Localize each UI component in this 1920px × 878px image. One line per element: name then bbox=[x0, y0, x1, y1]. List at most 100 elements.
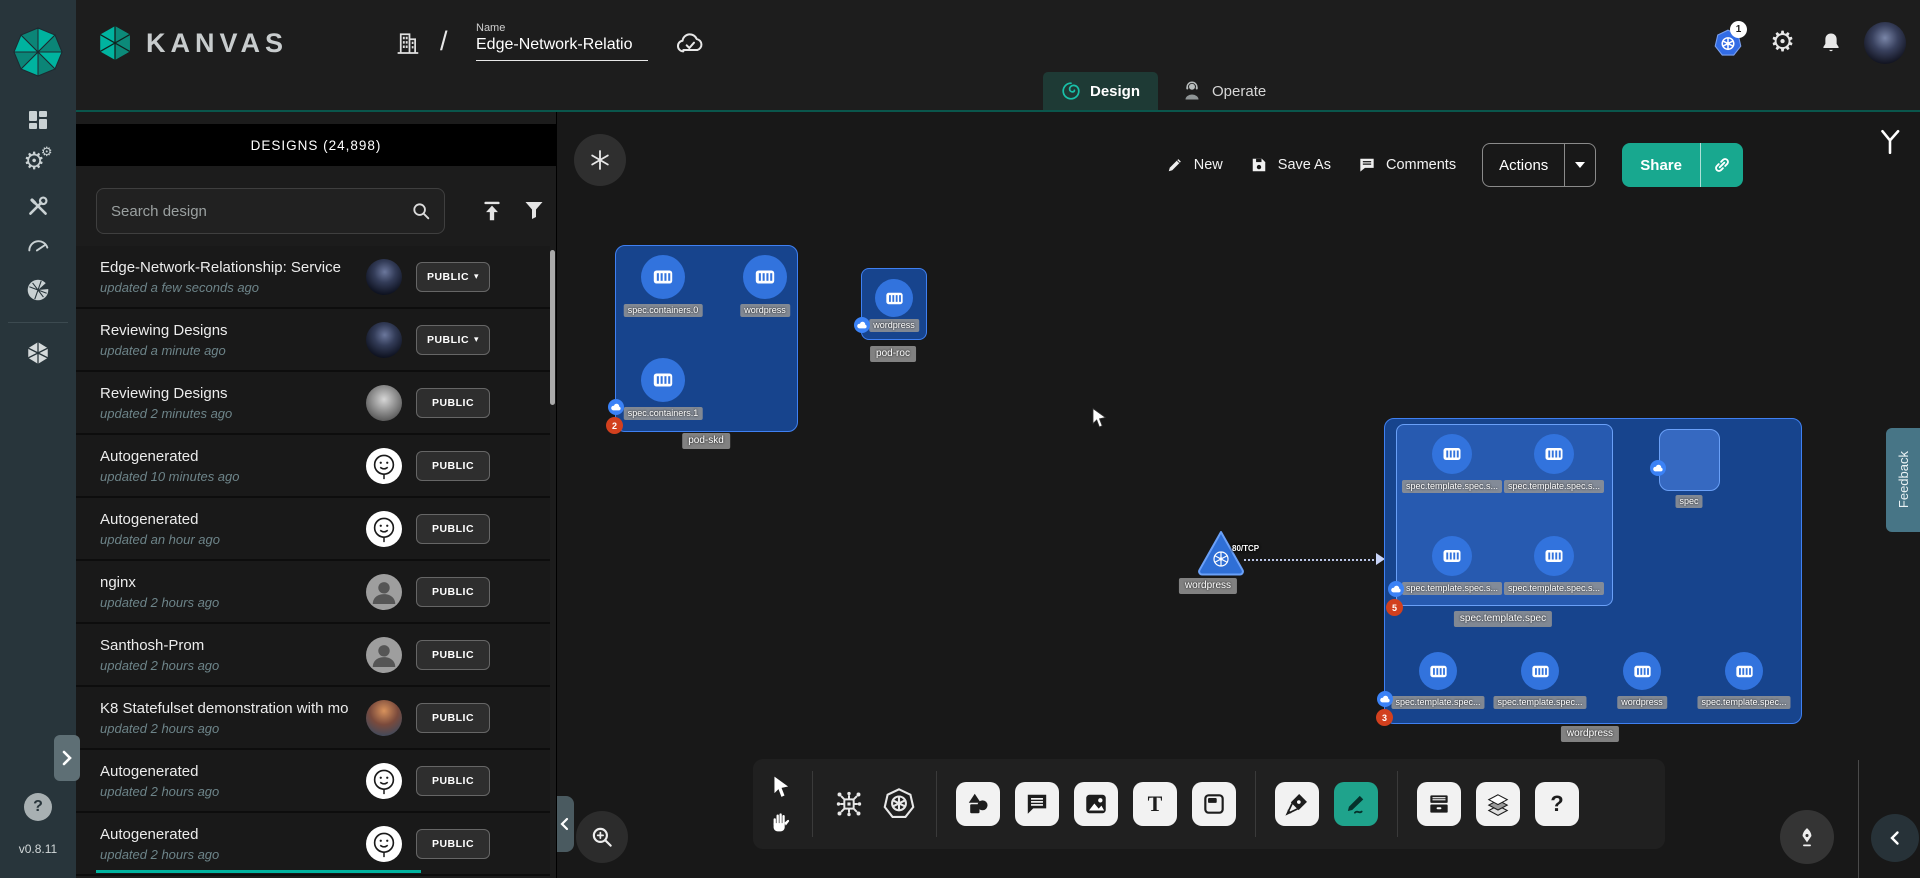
tab-operate[interactable]: Operate bbox=[1163, 72, 1284, 110]
design-list-item[interactable]: Edge-Network-Relationship: Serviceupdate… bbox=[76, 246, 550, 309]
error-count-badge[interactable]: 3 bbox=[1376, 709, 1393, 726]
error-count-badge[interactable]: 5 bbox=[1386, 599, 1403, 616]
container-node[interactable] bbox=[1521, 652, 1559, 690]
new-design-button[interactable]: New bbox=[1165, 155, 1223, 175]
settings-gear-icon[interactable]: ⚙ bbox=[1770, 28, 1795, 56]
node-group-spec-template-spec[interactable]: spec.template.spec.s... spec.template.sp… bbox=[1396, 424, 1613, 606]
visibility-badge[interactable]: PUBLIC bbox=[416, 451, 490, 481]
kanvas-logo[interactable]: KANVAS bbox=[96, 24, 288, 62]
text-tool[interactable]: T bbox=[1133, 782, 1177, 826]
comment-tool[interactable] bbox=[1015, 782, 1059, 826]
node-group-pod-skd[interactable]: spec.containers.0 wordpress spec.contain… bbox=[615, 245, 798, 432]
visibility-badge[interactable]: PUBLIC bbox=[416, 640, 490, 670]
design-list-item[interactable]: Santhosh-Promupdated 2 hours ago PUBLIC bbox=[76, 624, 550, 687]
design-list-item[interactable]: Autogeneratedupdated 2 hours ago PUBLIC bbox=[76, 750, 550, 813]
kanvas-hexagon-icon[interactable] bbox=[0, 340, 76, 366]
freehand-draw-tool[interactable] bbox=[1334, 782, 1378, 826]
pan-hand-tool[interactable] bbox=[769, 809, 793, 833]
container-node[interactable] bbox=[1725, 652, 1763, 690]
service-node-wordpress[interactable] bbox=[1196, 528, 1246, 578]
node-spec[interactable] bbox=[1659, 429, 1720, 491]
container-node[interactable] bbox=[1623, 652, 1661, 690]
visibility-badge[interactable]: PUBLIC▾ bbox=[416, 262, 490, 292]
sticky-note-tool[interactable] bbox=[1192, 782, 1236, 826]
tab-design[interactable]: Design bbox=[1043, 72, 1158, 110]
expand-sidebar-button[interactable] bbox=[54, 735, 80, 781]
save-as-button[interactable]: Save As bbox=[1249, 155, 1331, 175]
design-list-item[interactable]: Reviewing Designsupdated 2 minutes ago P… bbox=[76, 372, 550, 435]
copy-link-icon[interactable] bbox=[1700, 143, 1743, 187]
zoom-button[interactable] bbox=[576, 811, 628, 863]
filter-funnel-icon[interactable] bbox=[522, 198, 546, 222]
visibility-badge[interactable]: PUBLIC bbox=[416, 829, 490, 859]
visibility-badge[interactable]: PUBLIC bbox=[416, 514, 490, 544]
design-list-item[interactable]: Autogeneratedupdated 2 hours ago PUBLIC bbox=[76, 813, 550, 876]
collapse-panel-button[interactable] bbox=[556, 796, 574, 852]
kubernetes-tool[interactable] bbox=[881, 786, 917, 822]
edge-service-to-deployment[interactable] bbox=[1244, 559, 1378, 561]
dashboard-icon[interactable] bbox=[0, 108, 76, 132]
pen-vector-tool[interactable] bbox=[1275, 782, 1319, 826]
container-node[interactable] bbox=[1419, 652, 1457, 690]
collapse-right-button[interactable] bbox=[1871, 814, 1919, 862]
visibility-badge[interactable]: PUBLIC▾ bbox=[416, 325, 490, 355]
mesh-pie-icon[interactable] bbox=[0, 277, 76, 303]
cloud-badge[interactable] bbox=[608, 399, 624, 415]
container-node[interactable] bbox=[1534, 434, 1574, 474]
snowflake-button[interactable] bbox=[574, 134, 626, 186]
help-icon[interactable]: ? bbox=[24, 793, 52, 821]
design-list-item[interactable]: K8 Statefulset demonstration with moupda… bbox=[76, 687, 550, 750]
container-node[interactable] bbox=[743, 255, 787, 299]
user-avatar[interactable] bbox=[1864, 22, 1906, 64]
pen-mode-button[interactable] bbox=[1780, 810, 1834, 864]
dock-help-button[interactable]: ? bbox=[1535, 782, 1579, 826]
organization-icon[interactable] bbox=[392, 28, 422, 58]
design-search-input[interactable] bbox=[97, 203, 410, 220]
container-node[interactable] bbox=[1432, 434, 1472, 474]
visibility-badge[interactable]: PUBLIC bbox=[416, 388, 490, 418]
cloud-badge[interactable] bbox=[1650, 460, 1666, 476]
import-drawer-tool[interactable] bbox=[1417, 782, 1461, 826]
kubernetes-context-button[interactable]: 1 bbox=[1712, 28, 1744, 60]
image-tool[interactable] bbox=[1074, 782, 1118, 826]
design-canvas[interactable]: New Save As Comments Actions Share bbox=[556, 112, 1920, 878]
components-chip-tool[interactable] bbox=[832, 787, 866, 821]
design-list-item[interactable]: Autogeneratedupdated an hour ago PUBLIC bbox=[76, 498, 550, 561]
design-list-item[interactable]: nginxupdated 2 hours ago PUBLIC bbox=[76, 561, 550, 624]
search-icon[interactable] bbox=[410, 200, 444, 222]
actions-button[interactable]: Actions bbox=[1482, 143, 1596, 187]
node-group-pod-roc[interactable]: wordpress bbox=[861, 268, 927, 340]
container-node[interactable] bbox=[1432, 536, 1472, 576]
visibility-badge[interactable]: PUBLIC bbox=[416, 766, 490, 796]
design-list-item[interactable]: Autogeneratedupdated 10 minutes ago PUBL… bbox=[76, 435, 550, 498]
shapes-tool[interactable] bbox=[956, 782, 1000, 826]
design-name-input[interactable] bbox=[476, 34, 648, 61]
container-node[interactable] bbox=[1534, 536, 1574, 576]
cloud-badge[interactable] bbox=[1388, 581, 1404, 597]
container-node[interactable] bbox=[641, 358, 685, 402]
feedback-tab[interactable]: Feedback bbox=[1886, 428, 1920, 532]
cloud-badge[interactable] bbox=[854, 317, 870, 333]
container-node[interactable] bbox=[875, 279, 913, 317]
design-list-item[interactable]: Reviewing Designsupdated a minute ago PU… bbox=[76, 309, 550, 372]
container-node[interactable] bbox=[641, 255, 685, 299]
layers-tool[interactable] bbox=[1476, 782, 1520, 826]
lifecycle-gears-icon[interactable]: ⚙⚙ bbox=[0, 149, 76, 173]
list-scrollbar[interactable] bbox=[550, 250, 555, 405]
performance-gauge-icon[interactable] bbox=[0, 234, 76, 256]
notifications-bell-icon[interactable] bbox=[1818, 30, 1844, 56]
cloud-sync-icon[interactable] bbox=[674, 28, 706, 60]
comments-button[interactable]: Comments bbox=[1357, 155, 1456, 175]
validate-y-icon[interactable] bbox=[1876, 128, 1904, 156]
share-button[interactable]: Share bbox=[1622, 143, 1743, 187]
actions-dropdown-caret[interactable] bbox=[1564, 144, 1595, 186]
meshery-logo-icon[interactable] bbox=[0, 26, 76, 78]
visibility-badge[interactable]: PUBLIC bbox=[416, 703, 490, 733]
error-count-badge[interactable]: 2 bbox=[606, 417, 623, 434]
cloud-badge[interactable] bbox=[1377, 691, 1393, 707]
configuration-tools-icon[interactable] bbox=[0, 193, 76, 219]
import-design-icon[interactable] bbox=[479, 198, 505, 224]
select-tool[interactable] bbox=[770, 775, 792, 799]
visibility-badge[interactable]: PUBLIC bbox=[416, 577, 490, 607]
node-group-wordpress-deployment[interactable]: spec.template.spec.s... spec.template.sp… bbox=[1384, 418, 1802, 724]
